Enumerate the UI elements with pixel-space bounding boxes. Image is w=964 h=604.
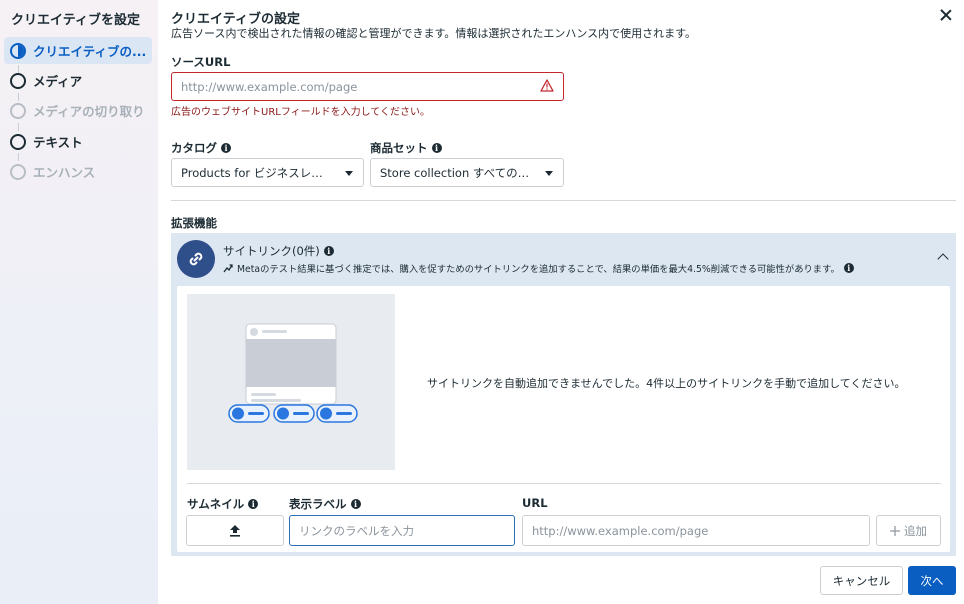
half-circle-icon	[10, 42, 26, 59]
trend-icon	[223, 263, 233, 272]
circle-icon	[10, 72, 26, 89]
sitelinks-title: サイトリンク(0件) i	[223, 243, 334, 259]
source-url-label-text: ソースURL	[171, 55, 231, 69]
display-label-text: 表示ラベル	[289, 497, 347, 511]
sidebar-item-enhance: エンハンス	[4, 158, 152, 185]
section-divider	[171, 200, 956, 201]
add-sitelink-button[interactable]: 追加	[876, 515, 941, 546]
product-set-value: Store collection すべての商品	[380, 165, 533, 180]
circle-icon	[10, 133, 26, 150]
info-icon[interactable]: i	[431, 143, 442, 153]
url-label-text: URL	[522, 496, 548, 510]
catalog-select[interactable]: Products for ビジネスレザー...	[171, 158, 364, 187]
sitelinks-panel: サイトリンク(0件) i Metaのテスト結果に基づく推定では、購入を促すための…	[171, 233, 956, 556]
circle-icon	[10, 102, 26, 119]
next-button[interactable]: 次へ	[908, 566, 956, 595]
catalog-value: Products for ビジネスレザー...	[181, 165, 333, 180]
catalog-label: カタログ i	[171, 140, 231, 156]
caret-down-icon	[545, 171, 553, 176]
sidebar-item-label: エンハンス	[33, 165, 96, 180]
sidebar-item-text[interactable]: テキスト	[4, 128, 152, 155]
product-set-label-text: 商品セット	[370, 141, 428, 155]
sitelinks-divider	[187, 483, 941, 484]
display-label-placeholder: リンクのラベルを入力	[299, 523, 414, 538]
source-url-placeholder: http://www.example.com/page	[181, 79, 358, 94]
sitelinks-description-text: Metaのテスト結果に基づく推定では、購入を促すためのサイトリンクを追加すること…	[237, 264, 840, 275]
chevron-up-icon[interactable]	[937, 253, 949, 265]
sitelinks-body: サイトリンクを自動追加できませんでした。4件以上のサイトリンクを手動で追加してく…	[177, 286, 950, 552]
sitelink-url-input[interactable]: http://www.example.com/page	[522, 515, 870, 546]
link-icon	[177, 240, 215, 278]
sitelink-url-placeholder: http://www.example.com/page	[532, 523, 709, 538]
thumbnail-label-text: サムネイル	[187, 497, 245, 511]
thumbnail-upload-button[interactable]	[186, 515, 284, 546]
sidebar-item-media[interactable]: メディア	[4, 67, 152, 94]
source-url-error: 広告のウェブサイトURLフィールドを入力してください。	[171, 107, 431, 118]
info-icon[interactable]: i	[221, 143, 231, 153]
source-url-label: ソースURL	[171, 54, 230, 70]
sidebar: クリエイティブを設定 クリエイティブの... メディア メディアの切り取り テキ…	[0, 0, 158, 604]
sidebar-title: クリエイティブを設定	[11, 13, 140, 28]
sidebar-item-label: メディアの切り取り	[33, 104, 145, 119]
catalog-label-text: カタログ	[171, 141, 217, 155]
add-sitelink-label: 追加	[904, 523, 927, 538]
sidebar-item-media-crop: メディアの切り取り	[4, 97, 152, 124]
info-icon[interactable]: i	[843, 263, 854, 273]
thumbnail-label: サムネイル i	[187, 496, 259, 512]
info-icon[interactable]: i	[248, 499, 259, 509]
upload-icon	[230, 525, 240, 537]
display-label-input[interactable]: リンクのラベルを入力	[289, 515, 515, 546]
plus-icon	[890, 525, 900, 536]
page-subtitle: 広告ソース内で検出された情報の確認と管理ができます。情報は選択されたエンハンス内…	[171, 27, 697, 40]
circle-icon	[10, 163, 26, 180]
product-set-select[interactable]: Store collection すべての商品	[370, 158, 564, 187]
caret-down-icon	[345, 171, 353, 176]
sitelinks-notice: サイトリンクを自動追加できませんでした。4件以上のサイトリンクを手動で追加してく…	[427, 377, 906, 390]
cancel-button[interactable]: キャンセル	[820, 566, 903, 595]
extensions-heading: 拡張機能	[171, 215, 217, 231]
source-url-input[interactable]: http://www.example.com/page	[171, 72, 564, 101]
sitelinks-illustration	[187, 294, 395, 470]
sidebar-item-label: テキスト	[33, 135, 83, 150]
info-icon[interactable]: i	[323, 246, 334, 256]
warning-icon	[540, 79, 554, 92]
main-panel: クリエイティブの設定 広告ソース内で検出された情報の確認と管理ができます。情報は…	[158, 0, 964, 604]
extensions-heading-text: 拡張機能	[171, 216, 217, 230]
sidebar-item-creative[interactable]: クリエイティブの...	[4, 37, 152, 64]
close-icon[interactable]	[938, 8, 954, 24]
url-label: URL	[522, 496, 548, 510]
info-icon[interactable]: i	[350, 499, 361, 509]
product-set-label: 商品セット i	[370, 140, 442, 156]
display-label-label: 表示ラベル i	[289, 496, 361, 512]
sidebar-item-label: メディア	[33, 74, 83, 89]
sitelinks-description: Metaのテスト結果に基づく推定では、購入を促すためのサイトリンクを追加すること…	[223, 261, 854, 275]
sitelinks-title-text: サイトリンク(0件)	[223, 244, 320, 258]
sidebar-item-label: クリエイティブの...	[33, 44, 147, 59]
